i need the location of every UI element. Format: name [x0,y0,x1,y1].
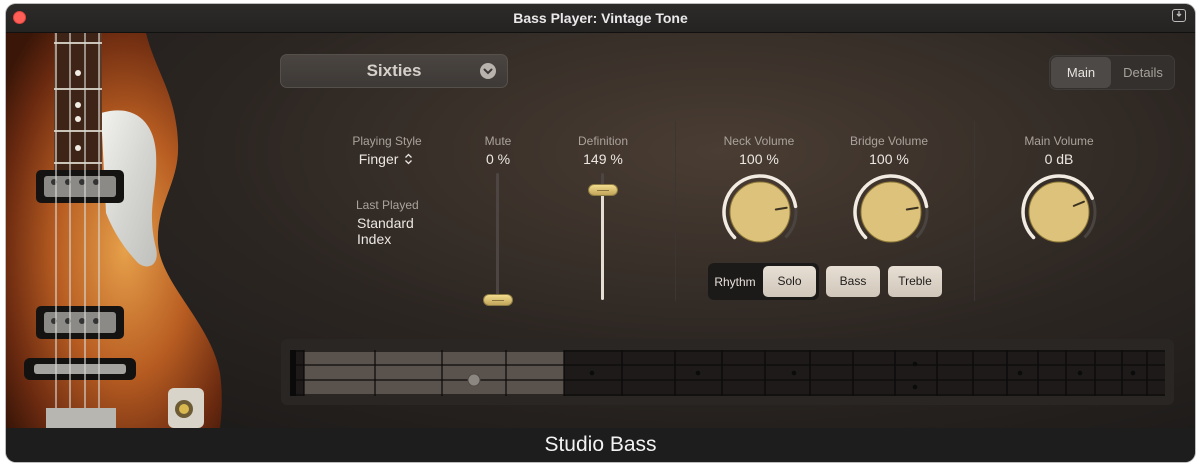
main-volume-label: Main Volume [1024,134,1094,148]
tab-details[interactable]: Details [1112,57,1174,88]
mute-slider-thumb[interactable] [483,294,513,306]
current-note-indicator [467,373,481,387]
fret-marker [589,370,595,376]
section-divider [974,121,975,301]
fret-marker [695,370,701,376]
rhythm-button[interactable]: Rhythm [712,275,758,289]
fret-marker [1130,370,1136,376]
knob-body [860,181,922,243]
section-divider [675,121,676,301]
fretboard-highlight-region [304,350,564,396]
last-played-value-line1: Standard [357,215,414,231]
fretboard-nut [290,350,296,396]
save-icon[interactable] [1172,9,1186,22]
treble-button[interactable]: Treble [888,266,942,297]
playing-style-value: Finger [358,151,399,167]
main-volume-knob[interactable] [1019,172,1099,252]
plugin-window: Bass Player: Vintage Tone Sixties Main D… [6,4,1195,462]
fret-marker [791,370,797,376]
main-volume-value: 0 dB [1044,151,1074,167]
bass-button[interactable]: Bass [826,266,880,297]
preset-dropdown[interactable]: Sixties [280,54,508,88]
mute-slider-track[interactable] [496,173,499,300]
title-bar: Bass Player: Vintage Tone [6,4,1195,33]
last-played-label: Last Played [356,198,419,212]
playing-style-selector[interactable]: Finger [346,151,426,167]
instrument-panel: Sixties Main Details Playing Style Finge… [6,33,1195,428]
knob-body [729,181,791,243]
preset-name: Sixties [366,61,422,80]
bridge-volume-value: 100 % [869,151,909,167]
fret-marker [1017,370,1023,376]
fretboard[interactable] [290,350,1165,396]
neck-volume-label: Neck Volume [723,134,795,148]
playing-style-label: Playing Style [352,134,422,148]
neck-volume-knob[interactable] [720,172,800,252]
fret-marker [1077,370,1083,376]
up-down-chevron-icon [405,153,413,165]
definition-slider-fill [601,189,604,300]
window-title: Bass Player: Vintage Tone [513,10,688,26]
chevron-down-icon [480,63,496,79]
definition-value: 149 % [583,151,623,167]
definition-slider-thumb[interactable] [588,183,618,196]
fret-marker [912,361,918,367]
tab-main[interactable]: Main [1051,57,1111,88]
mute-value: 0 % [485,151,511,167]
bridge-volume-label: Bridge Volume [849,134,929,148]
definition-label: Definition [577,134,629,148]
neck-volume-value: 100 % [739,151,779,167]
last-played-value-line2: Index [357,231,392,247]
bridge-volume-knob[interactable] [851,172,931,252]
instrument-name: Studio Bass [6,428,1195,462]
violin-bass-illustration [6,33,222,428]
view-switcher: Main Details [1049,55,1175,90]
solo-button[interactable]: Solo [763,266,816,297]
knob-body [1028,181,1090,243]
fret-marker [912,384,918,390]
mute-label: Mute [484,134,512,148]
